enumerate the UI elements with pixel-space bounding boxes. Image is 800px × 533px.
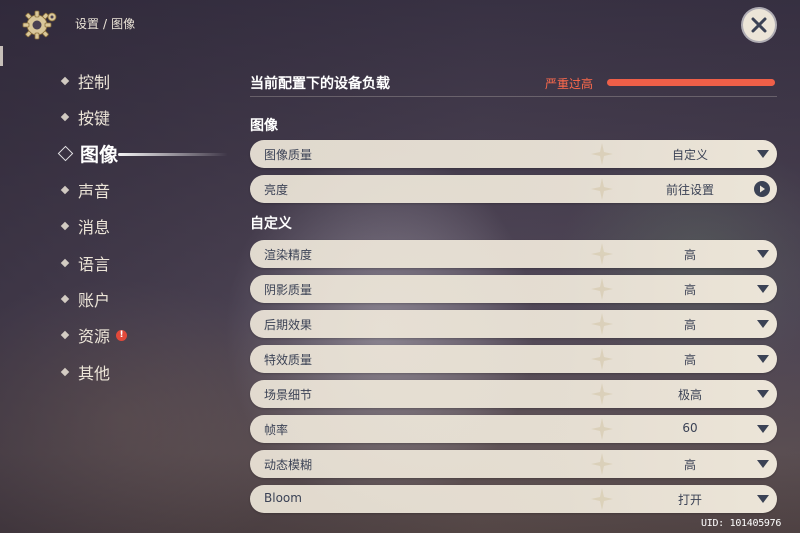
setting-value[interactable]: 高 (615, 351, 765, 368)
setting-label: 动态模糊 (264, 458, 313, 472)
diamond-bullet-icon (60, 258, 70, 267)
breadcrumb-separator: / (103, 16, 108, 31)
sidebar-item-label: 图像 (80, 144, 119, 167)
sidebar-item-label: 资源 (78, 327, 111, 347)
diamond-bullet-icon (60, 330, 70, 340)
four-point-star-decoration-icon (591, 143, 613, 165)
diamond-bullet-icon (60, 294, 70, 304)
four-point-star-decoration-icon (591, 453, 613, 475)
chevron-down-icon (757, 250, 769, 258)
sidebar-item-label: 控制 (78, 73, 111, 93)
setting-row-custom-1[interactable]: 阴影质量 高 (250, 275, 777, 303)
diamond-bullet-icon (60, 367, 70, 376)
four-point-star-decoration-icon (591, 178, 613, 200)
setting-row-image-0[interactable]: 图像质量 自定义 (250, 140, 777, 168)
chevron-down-icon (757, 150, 769, 158)
sidebar-item-language[interactable]: 语言 (58, 244, 238, 280)
sidebar-item-keybinds[interactable]: 按键 (58, 99, 238, 135)
breadcrumb-current: 图像 (111, 17, 136, 31)
sidebar-item-graphics[interactable]: 图像 (57, 136, 238, 172)
four-point-star-decoration-icon (591, 313, 613, 335)
settings-sidebar: 控制 按键 图像 声音 消息 语言 账户 资源 ! 其他 (57, 63, 238, 390)
arrow-right-circle-icon (754, 181, 770, 197)
setting-label: 场景细节 (264, 388, 313, 402)
settings-gear-icon (22, 10, 57, 40)
setting-value[interactable]: 极高 (615, 386, 765, 403)
chevron-down-icon (757, 320, 769, 328)
diamond-bullet-icon (57, 145, 74, 162)
sidebar-item-controls[interactable]: 控制 (58, 63, 238, 99)
setting-value[interactable]: 高 (615, 456, 765, 473)
device-load-bar (607, 79, 775, 86)
sidebar-item-messages[interactable]: 消息 (58, 208, 238, 244)
sidebar-item-resources[interactable]: 资源 ! (58, 317, 238, 353)
setting-label: 图像质量 (264, 148, 313, 162)
four-point-star-decoration-icon (591, 488, 613, 510)
setting-value[interactable]: 60 (615, 421, 765, 435)
uid-label: UID: 101405976 (701, 518, 782, 529)
section-title-image: 图像 (250, 118, 278, 134)
setting-row-custom-3[interactable]: 特效质量 高 (250, 345, 777, 373)
setting-value[interactable]: 打开 (615, 491, 765, 508)
section-title-custom: 自定义 (250, 216, 292, 232)
diamond-bullet-icon (60, 222, 70, 231)
setting-value[interactable]: 高 (615, 316, 765, 333)
setting-row-image-1[interactable]: 亮度 前往设置 (250, 175, 777, 203)
diamond-bullet-icon (60, 185, 70, 195)
sidebar-item-audio[interactable]: 声音 (58, 172, 238, 208)
chevron-down-icon (757, 460, 769, 468)
sidebar-item-label: 账户 (78, 290, 111, 310)
setting-value[interactable]: 高 (615, 246, 765, 263)
four-point-star-decoration-icon (591, 383, 613, 405)
chevron-down-icon (757, 355, 769, 363)
setting-label: 阴影质量 (264, 283, 313, 297)
device-load-row: 当前配置下的设备负载 严重过高 (250, 70, 777, 97)
collapsed-panel-handle[interactable] (0, 46, 3, 66)
four-point-star-decoration-icon (591, 278, 613, 300)
device-load-status: 严重过高 (545, 77, 594, 91)
setting-value[interactable]: 自定义 (615, 146, 765, 163)
setting-row-custom-0[interactable]: 渲染精度 高 (250, 240, 777, 268)
close-icon (751, 17, 767, 33)
alert-badge: ! (116, 329, 128, 341)
sidebar-item-account[interactable]: 账户 (58, 281, 238, 317)
four-point-star-decoration-icon (591, 348, 613, 370)
breadcrumb-settings[interactable]: 设置 (75, 15, 99, 32)
chevron-down-icon (757, 495, 769, 503)
setting-row-custom-6[interactable]: 动态模糊 高 (250, 450, 777, 478)
sidebar-item-other[interactable]: 其他 (58, 353, 238, 389)
chevron-down-icon (757, 390, 769, 398)
device-load-title: 当前配置下的设备负载 (250, 76, 390, 92)
four-point-star-decoration-icon (591, 418, 613, 440)
setting-row-custom-2[interactable]: 后期效果 高 (250, 310, 777, 338)
setting-label: 渲染精度 (264, 248, 313, 262)
sidebar-item-label: 声音 (78, 182, 111, 202)
setting-label: 亮度 (264, 183, 289, 197)
sidebar-item-label: 按键 (78, 109, 111, 129)
setting-label: 帧率 (264, 423, 289, 437)
four-point-star-decoration-icon (591, 243, 613, 265)
setting-label: 特效质量 (264, 353, 313, 367)
setting-label: 后期效果 (264, 318, 313, 332)
sidebar-item-label: 语言 (78, 254, 111, 274)
chevron-down-icon (757, 285, 769, 293)
sidebar-item-label: 其他 (78, 363, 111, 383)
device-load-fill (607, 79, 775, 86)
breadcrumb: 设置 / 图像 (75, 15, 135, 32)
setting-value[interactable]: 前往设置 (615, 181, 765, 198)
settings-content: 当前配置下的设备负载 严重过高 图像 自定义 图像质量 自定义 亮度 前往设置 渲染精度… (250, 70, 777, 513)
diamond-bullet-icon (60, 113, 70, 122)
close-button[interactable] (743, 9, 775, 41)
sidebar-item-label: 消息 (78, 218, 111, 238)
setting-label: Bloom (264, 491, 302, 505)
chevron-down-icon (757, 425, 769, 433)
setting-row-custom-4[interactable]: 场景细节 极高 (250, 380, 777, 408)
setting-value[interactable]: 高 (615, 281, 765, 298)
setting-row-custom-5[interactable]: 帧率 60 (250, 415, 777, 443)
diamond-bullet-icon (60, 76, 70, 86)
setting-row-custom-7[interactable]: Bloom 打开 (250, 485, 777, 513)
